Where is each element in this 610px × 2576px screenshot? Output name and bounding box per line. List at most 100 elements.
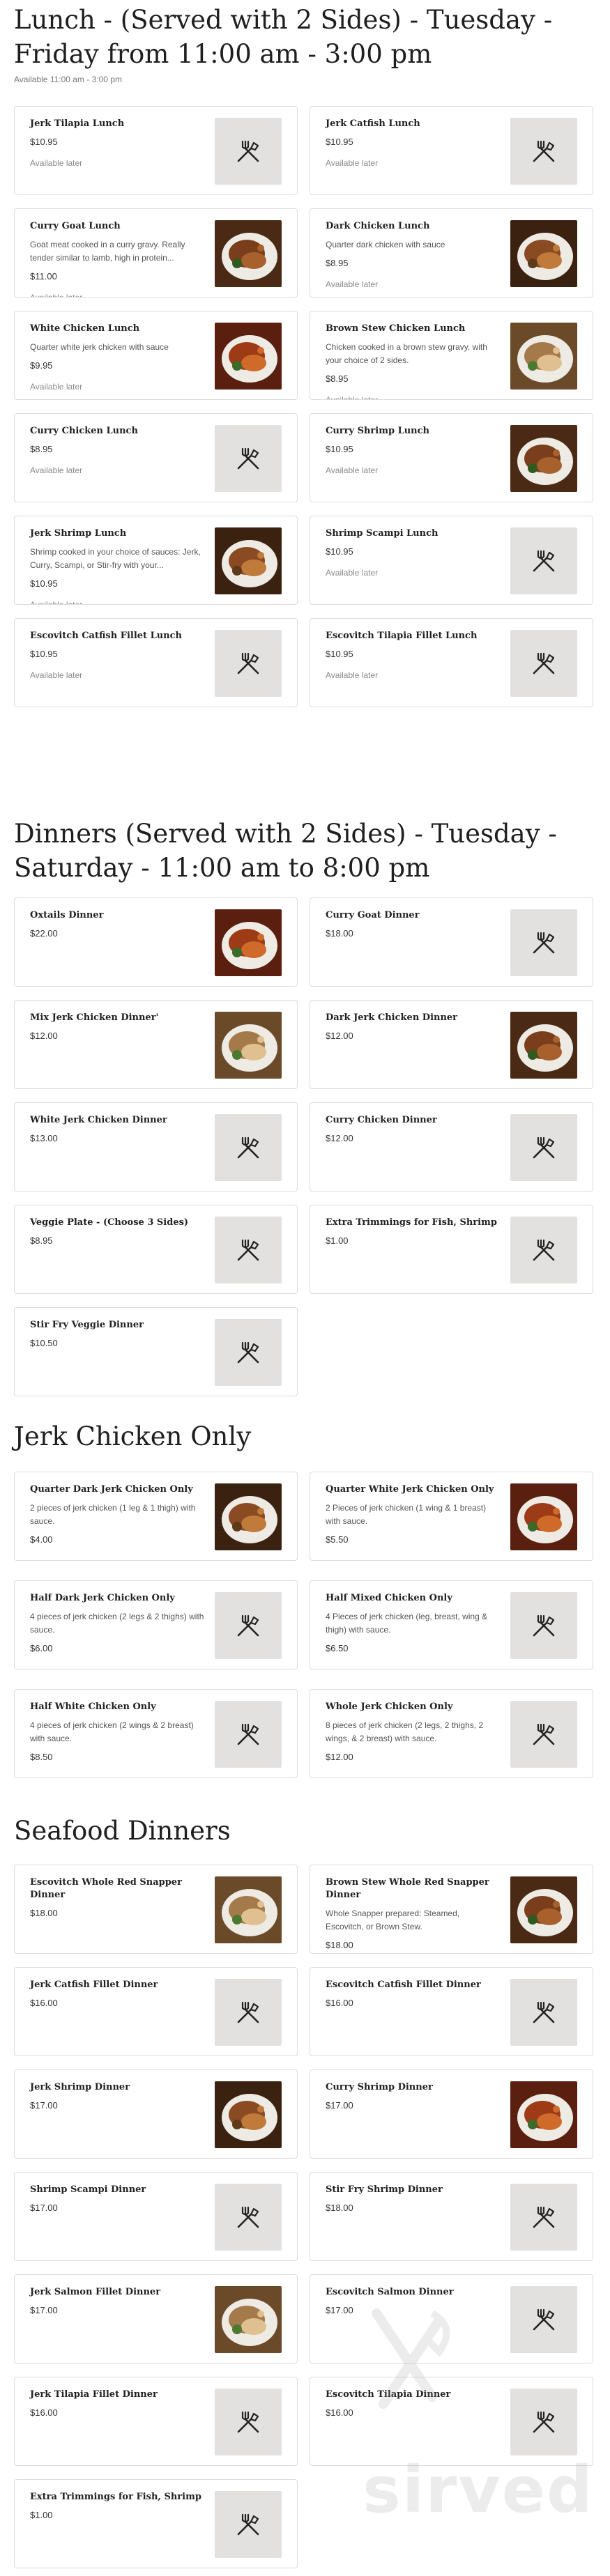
menu-item-info: Escovitch Tilapia Fillet Lunch $10.95 Avai… xyxy=(326,630,500,681)
menu-item-card-curry-goat-dinner[interactable]: Curry Goat Dinner $18.00 xyxy=(310,897,593,987)
menu-item-name: Escovitch Tilapia Fillet Lunch xyxy=(326,631,478,641)
menu-item-card-escovitch-tilapia-dinner[interactable]: Escovitch Tilapia Dinner $16.00 xyxy=(310,2377,593,2466)
menu-item-card-jerk-tilapia-lunch[interactable]: Jerk Tilapia Lunch $10.95 Available later xyxy=(14,106,298,195)
menu-item-card-half-dark-jerk-chicken-only[interactable]: Half Dark Jerk Chicken Only 4 pieces of j… xyxy=(14,1580,298,1669)
menu-item-info: Extra Trimmings for Fish, Shrimp $1.00 xyxy=(30,2491,204,2522)
menu-item-card-jerk-salmon-fillet-dinner[interactable]: Jerk Salmon Fillet Dinner $17.00 xyxy=(14,2274,298,2363)
menu-item-card-jerk-catfish-lunch[interactable]: Jerk Catfish Lunch $10.95 Available later xyxy=(310,106,593,195)
menu-item-placeholder-image xyxy=(510,909,577,976)
menu-item-price: $22.00 xyxy=(30,928,58,939)
menu-item-card-escovitch-salmon-dinner[interactable]: Escovitch Salmon Dinner $17.00 xyxy=(310,2274,593,2363)
menu-item-availability: Available later xyxy=(30,670,83,680)
menu-item-name: Half Dark Jerk Chicken Only xyxy=(30,1593,175,1603)
food-photo xyxy=(510,323,577,390)
menu-item-price: $16.00 xyxy=(326,1998,353,2008)
menu-item-price: $8.95 xyxy=(326,373,349,384)
utensils-icon xyxy=(533,1239,555,1261)
utensils-icon xyxy=(237,2206,259,2228)
menu-item-card-mix-jerk-chicken-dinner[interactable]: Mix Jerk Chicken Dinner' $12.00 xyxy=(14,1000,298,1089)
menu-item-info: Jerk Catfish Lunch $10.95 Available later xyxy=(326,118,500,169)
menu-item-name: Quarter Dark Jerk Chicken Only xyxy=(30,1484,193,1495)
menu-item-card-dark-chicken-lunch[interactable]: Dark Chicken Lunch Quarter dark chicken w… xyxy=(310,208,593,298)
menu-item-info: Jerk Tilapia Fillet Dinner $16.00 xyxy=(30,2389,204,2419)
menu-item-card-escovitch-catfish-fillet-lunch[interactable]: Escovitch Catfish Fillet Lunch $10.95 Avai… xyxy=(14,618,298,707)
menu-item-price: $10.50 xyxy=(30,1338,58,1348)
menu-item-info: Curry Shrimp Dinner $17.00 xyxy=(326,2081,500,2112)
menu-item-info: Jerk Shrimp Dinner $17.00 xyxy=(30,2081,204,2112)
menu-item-card-whole-jerk-chicken-only[interactable]: Whole Jerk Chicken Only 8 pieces of jerk … xyxy=(310,1689,593,1778)
menu-item-card-escovitch-whole-red-snapper-dinner[interactable]: Escovitch Whole Red Snapper Dinner $18.00 xyxy=(14,1865,298,1954)
utensils-icon xyxy=(533,2411,555,2433)
menu-item-name: White Chicken Lunch xyxy=(30,323,140,334)
menu-item-card-jerk-catfish-fillet-dinner[interactable]: Jerk Catfish Fillet Dinner $16.00 xyxy=(14,1967,298,2056)
menu-item-card-brown-stew-whole-red-snapper-dinner[interactable]: Brown Stew Whole Red Snapper Dinner Whole… xyxy=(310,1865,593,1954)
menu-item-card-jerk-shrimp-lunch[interactable]: Jerk Shrimp Lunch Shrimp cooked in your c… xyxy=(14,516,298,605)
menu-item-description: 8 pieces of jerk chicken (2 legs, 2 thig… xyxy=(326,1720,484,1743)
menu-item-availability: Available later xyxy=(326,279,379,289)
menu-item-photo xyxy=(510,1876,577,1943)
menu-item-availability: Available later xyxy=(30,293,83,298)
menu-item-description: 2 Pieces of jerk chicken (1 wing & 1 bre… xyxy=(326,1503,487,1526)
menu-item-photo xyxy=(215,323,282,390)
menu-item-card-jerk-shrimp-dinner[interactable]: Jerk Shrimp Dinner $17.00 xyxy=(14,2069,298,2159)
menu-item-card-white-jerk-chicken-dinner[interactable]: White Jerk Chicken Dinner $13.00 xyxy=(14,1102,298,1191)
utensils-icon xyxy=(533,550,555,572)
menu-item-card-oxtails-dinner[interactable]: Oxtails Dinner $22.00 xyxy=(14,897,298,987)
food-photo xyxy=(215,1012,282,1079)
menu-item-card-quarter-white-jerk-chicken-only[interactable]: Quarter White Jerk Chicken Only 2 Pieces … xyxy=(310,1472,593,1561)
menu-item-description: 2 pieces of jerk chicken (1 leg & 1 thig… xyxy=(30,1503,196,1526)
food-photo xyxy=(215,1876,282,1943)
menu-item-card-quarter-dark-jerk-chicken-only[interactable]: Quarter Dark Jerk Chicken Only 2 pieces o… xyxy=(14,1472,298,1561)
menu-item-price: $18.00 xyxy=(30,1908,58,1918)
menu-item-placeholder-image xyxy=(215,2184,282,2251)
menu-item-card-half-mixed-chicken-only[interactable]: Half Mixed Chicken Only 4 Pieces of jerk … xyxy=(310,1580,593,1669)
menu-item-card-dark-jerk-chicken-dinner[interactable]: Dark Jerk Chicken Dinner $12.00 xyxy=(310,1000,593,1089)
menu-item-availability: Available later xyxy=(326,158,379,168)
menu-item-name: White Jerk Chicken Dinner xyxy=(30,1115,167,1125)
menu-item-name: Brown Stew Whole Red Snapper Dinner xyxy=(326,1877,489,1900)
menu-item-description: Quarter white jerk chicken with sauce xyxy=(30,342,169,352)
menu-item-name: Shrimp Scampi Dinner xyxy=(30,2184,146,2195)
food-photo xyxy=(215,527,282,594)
menu-item-card-extra-trimmings-for-fish-shrimp[interactable]: Extra Trimmings for Fish, Shrimp $1.00 xyxy=(14,2479,298,2568)
menu-item-card-shrimp-scampi-dinner[interactable]: Shrimp Scampi Dinner $17.00 xyxy=(14,2172,298,2261)
menu-item-card-curry-goat-lunch[interactable]: Curry Goat Lunch Goat meat cooked in a cu… xyxy=(14,208,298,298)
menu-item-info: Dark Jerk Chicken Dinner $12.00 xyxy=(326,1012,500,1042)
utensils-icon xyxy=(533,1614,555,1637)
menu-item-photo xyxy=(510,425,577,492)
menu-item-card-curry-shrimp-lunch[interactable]: Curry Shrimp Lunch $10.95 Available later xyxy=(310,413,593,502)
menu-item-card-brown-stew-chicken-lunch[interactable]: Brown Stew Chicken Lunch Chicken cooked i… xyxy=(310,311,593,400)
menu-item-availability: Available later xyxy=(30,465,83,475)
utensils-icon xyxy=(533,652,555,674)
menu-item-price: $18.00 xyxy=(326,1940,353,1950)
menu-item-card-stir-fry-veggie-dinner[interactable]: Stir Fry Veggie Dinner $10.50 xyxy=(14,1307,298,1396)
menu-item-card-jerk-tilapia-fillet-dinner[interactable]: Jerk Tilapia Fillet Dinner $16.00 xyxy=(14,2377,298,2466)
menu-item-card-half-white-chicken-only[interactable]: Half White Chicken Only 4 pieces of jerk … xyxy=(14,1689,298,1778)
menu-item-info: Escovitch Catfish Fillet Dinner $16.00 xyxy=(326,1979,500,2010)
menu-item-card-veggie-plate-choose-3-sides[interactable]: Veggie Plate - (Choose 3 Sides) $8.95 xyxy=(14,1205,298,1294)
menu-item-card-stir-fry-shrimp-dinner[interactable]: Stir Fry Shrimp Dinner $18.00 xyxy=(310,2172,593,2261)
menu-item-info: Brown Stew Whole Red Snapper Dinner Whole… xyxy=(326,1876,500,1952)
menu-item-card-curry-shrimp-dinner[interactable]: Curry Shrimp Dinner $17.00 xyxy=(310,2069,593,2159)
menu-item-card-curry-chicken-lunch[interactable]: Curry Chicken Lunch $8.95 Available later xyxy=(14,413,298,502)
menu-item-availability: Available later xyxy=(30,600,83,605)
utensils-icon xyxy=(533,2206,555,2228)
menu-item-card-escovitch-tilapia-fillet-lunch[interactable]: Escovitch Tilapia Fillet Lunch $10.95 Avai… xyxy=(310,618,593,707)
menu-item-photo xyxy=(510,323,577,390)
utensils-icon xyxy=(533,140,555,162)
menu-item-name: Jerk Salmon Fillet Dinner xyxy=(30,2287,161,2297)
menu-item-card-curry-chicken-dinner[interactable]: Curry Chicken Dinner $12.00 xyxy=(310,1102,593,1191)
menu-item-placeholder-image xyxy=(215,1114,282,1181)
menu-item-description: Goat meat cooked in a curry gravy. Reall… xyxy=(30,240,185,263)
menu-item-info: Half Dark Jerk Chicken Only 4 pieces of j… xyxy=(30,1592,204,1655)
menu-item-photo xyxy=(215,527,282,594)
menu-item-card-shrimp-scampi-lunch[interactable]: Shrimp Scampi Lunch $10.95 Available later xyxy=(310,516,593,605)
menu-item-price: $4.00 xyxy=(30,1534,53,1545)
menu-item-info: Whole Jerk Chicken Only 8 pieces of jerk … xyxy=(326,1701,500,1764)
menu-item-card-white-chicken-lunch[interactable]: White Chicken Lunch Quarter white jerk ch… xyxy=(14,311,298,400)
menu-item-card-extra-trimmings-for-fish-shrimp[interactable]: Extra Trimmings for Fish, Shrimp $1.00 xyxy=(310,1205,593,1294)
menu-item-card-escovitch-catfish-fillet-dinner[interactable]: Escovitch Catfish Fillet Dinner $16.00 xyxy=(310,1967,593,2056)
menu-item-price: $5.50 xyxy=(326,1534,349,1545)
menu-item-price: $17.00 xyxy=(326,2305,353,2315)
food-photo xyxy=(510,1483,577,1550)
